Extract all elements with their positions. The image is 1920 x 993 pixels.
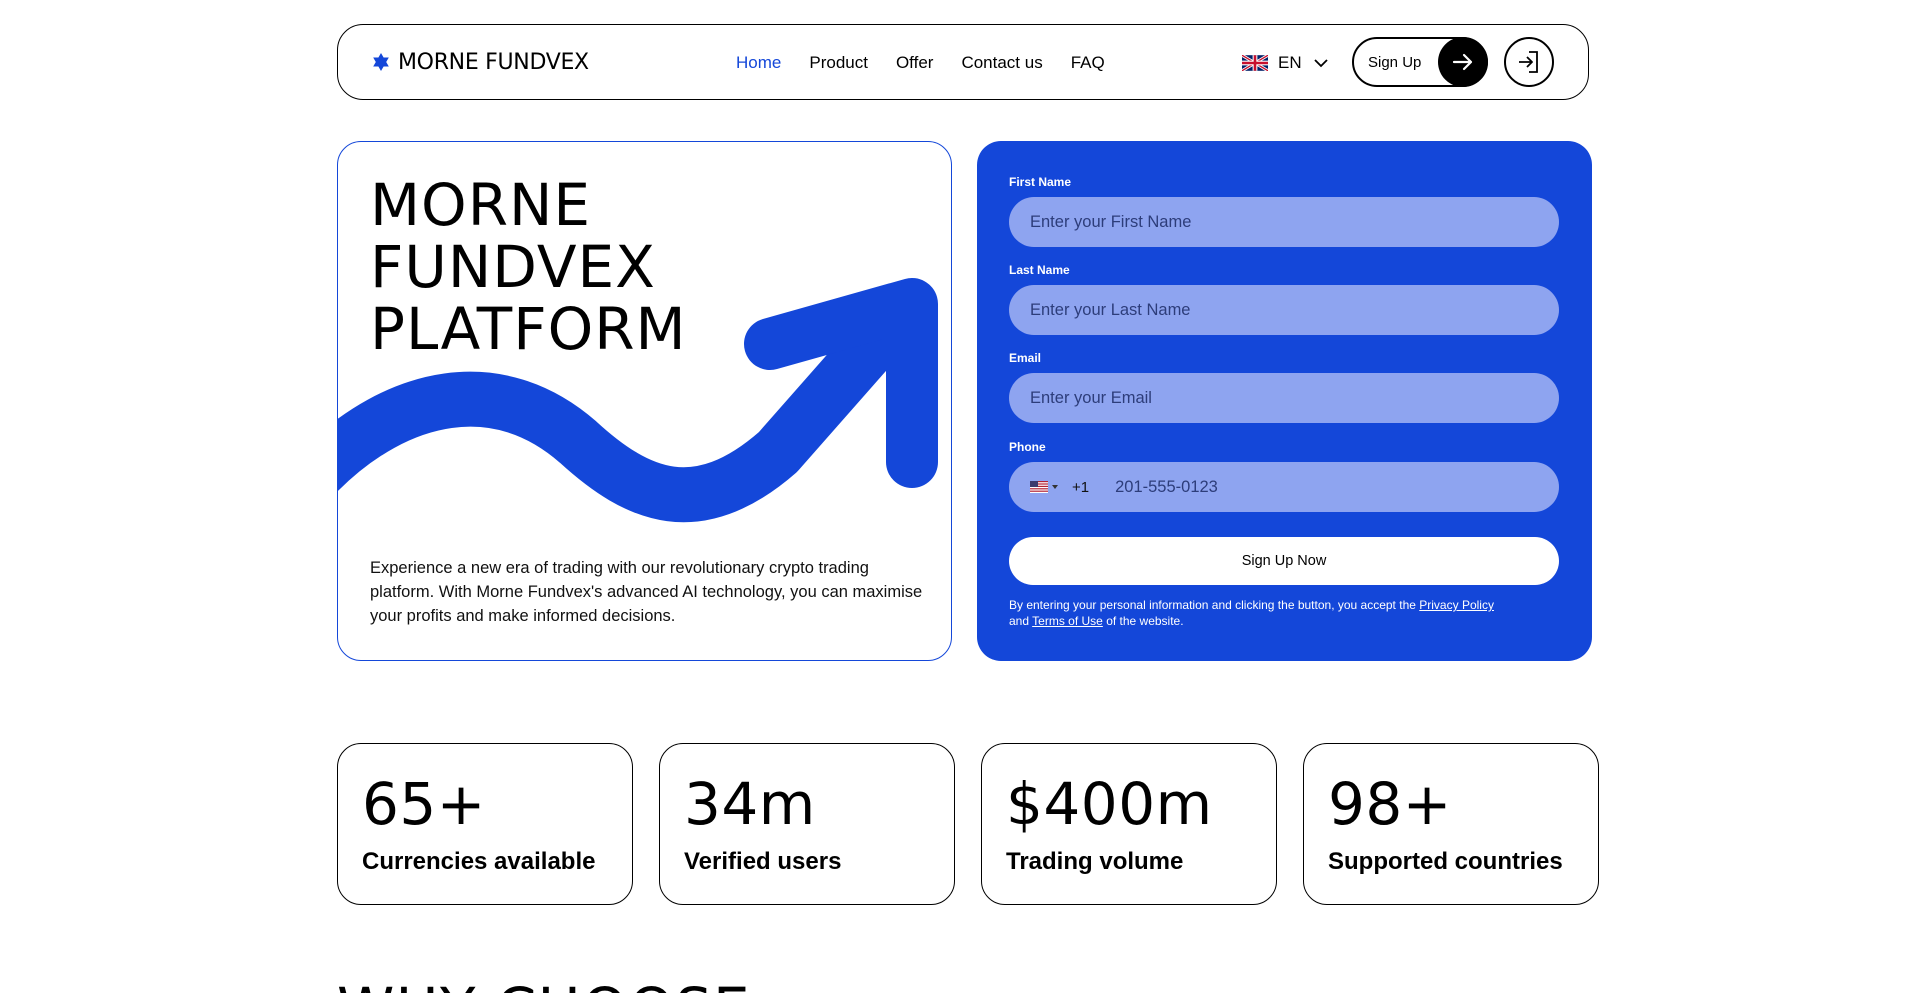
language-selector[interactable]: EN [1242, 25, 1330, 101]
hero-title-line: PLATFORM [370, 295, 687, 363]
hero-title: MORNE FUNDVEX PLATFORM [370, 174, 790, 360]
terms-of-use-link[interactable]: Terms of Use [1032, 614, 1103, 628]
phone-field[interactable] [1115, 477, 1516, 497]
brand-name: MORNE FUNDVEX [398, 50, 589, 75]
uk-flag-icon [1242, 55, 1268, 71]
nav-item-offer[interactable]: Offer [896, 53, 933, 73]
legal-notice: By entering your personal information an… [1009, 597, 1569, 629]
nav-item-product[interactable]: Product [809, 53, 868, 73]
stat-value: $400m [1006, 770, 1213, 838]
phone-field-group: +1 [1009, 462, 1559, 512]
last-name-label: Last Name [1009, 263, 1070, 277]
chevron-down-icon [1313, 59, 1328, 68]
hero-card: MORNE FUNDVEX PLATFORM Experience a new … [337, 141, 952, 661]
first-name-field[interactable] [1009, 197, 1559, 247]
login-icon [1519, 51, 1538, 73]
arrow-right-icon [1438, 37, 1488, 87]
sign-up-now-button[interactable]: Sign Up Now [1009, 537, 1559, 585]
nav-item-contact[interactable]: Contact us [961, 53, 1042, 73]
email-field[interactable] [1009, 373, 1559, 423]
stat-label: Verified users [684, 848, 842, 875]
main-nav: Home Product Offer Contact us FAQ [736, 25, 1133, 101]
stat-value: 98+ [1328, 770, 1452, 838]
first-name-label: First Name [1009, 175, 1072, 189]
star-logo-icon [373, 52, 389, 71]
stat-card: 65+ Currencies available [337, 743, 633, 905]
brand-logo[interactable]: MORNE FUNDVEX [370, 50, 589, 75]
stat-label: Supported countries [1328, 848, 1563, 875]
signup-label: Sign Up [1368, 53, 1422, 71]
stat-value: 34m [684, 770, 816, 838]
stat-card: 98+ Supported countries [1303, 743, 1599, 905]
us-flag-icon[interactable] [1030, 481, 1048, 493]
header-signup-button[interactable]: Sign Up [1352, 37, 1488, 87]
email-label: Email [1009, 351, 1042, 365]
phone-label: Phone [1009, 440, 1046, 454]
legal-middle: and [1009, 614, 1030, 628]
nav-item-faq[interactable]: FAQ [1071, 53, 1105, 73]
legal-suffix: of the website. [1106, 614, 1184, 628]
last-name-field[interactable] [1009, 285, 1559, 335]
section-title-peek: WHY CHOOSE [337, 978, 751, 993]
language-code: EN [1278, 53, 1302, 72]
stat-value: 65+ [362, 770, 486, 838]
privacy-policy-link[interactable]: Privacy Policy [1419, 598, 1494, 612]
stat-card: $400m Trading volume [981, 743, 1277, 905]
legal-prefix: By entering your personal information an… [1009, 598, 1416, 612]
hero-title-line: FUNDVEX [370, 233, 656, 301]
site-header: MORNE FUNDVEX Home Product Offer Contact… [337, 24, 1589, 100]
signup-form: First Name Last Name Email Phone +1 Sign… [977, 141, 1592, 661]
stat-label: Trading volume [1006, 848, 1184, 875]
hero-description: Experience a new era of trading with our… [370, 559, 923, 625]
stat-label: Currencies available [362, 848, 596, 875]
caret-down-icon[interactable] [1052, 485, 1058, 489]
phone-dial-code: +1 [1072, 478, 1090, 496]
hero-title-line: MORNE [370, 171, 592, 239]
login-button[interactable] [1504, 37, 1554, 87]
stat-card: 34m Verified users [659, 743, 955, 905]
nav-item-home[interactable]: Home [736, 53, 781, 73]
